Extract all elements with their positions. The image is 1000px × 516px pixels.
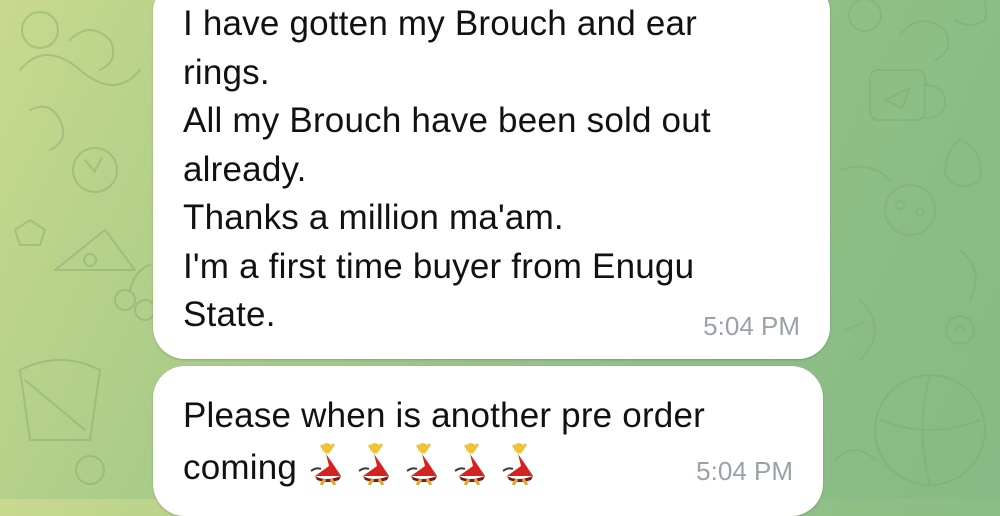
message-timestamp: 5:04 PM xyxy=(696,456,793,486)
woman-dancing-icon xyxy=(310,442,342,485)
incoming-message-bubble[interactable]: Please when is another pre order coming … xyxy=(153,366,823,516)
woman-dancing-icon xyxy=(502,442,534,485)
emoji-row xyxy=(305,441,539,485)
message-text: I have gotten my Brouch and ear rings. A… xyxy=(183,4,711,334)
woman-dancing-icon xyxy=(406,442,438,485)
message-timestamp: 5:04 PM xyxy=(703,311,800,341)
woman-dancing-icon xyxy=(358,442,390,485)
woman-dancing-icon xyxy=(454,442,486,485)
incoming-message-bubble[interactable]: I have gotten my Brouch and ear rings. A… xyxy=(153,0,830,359)
